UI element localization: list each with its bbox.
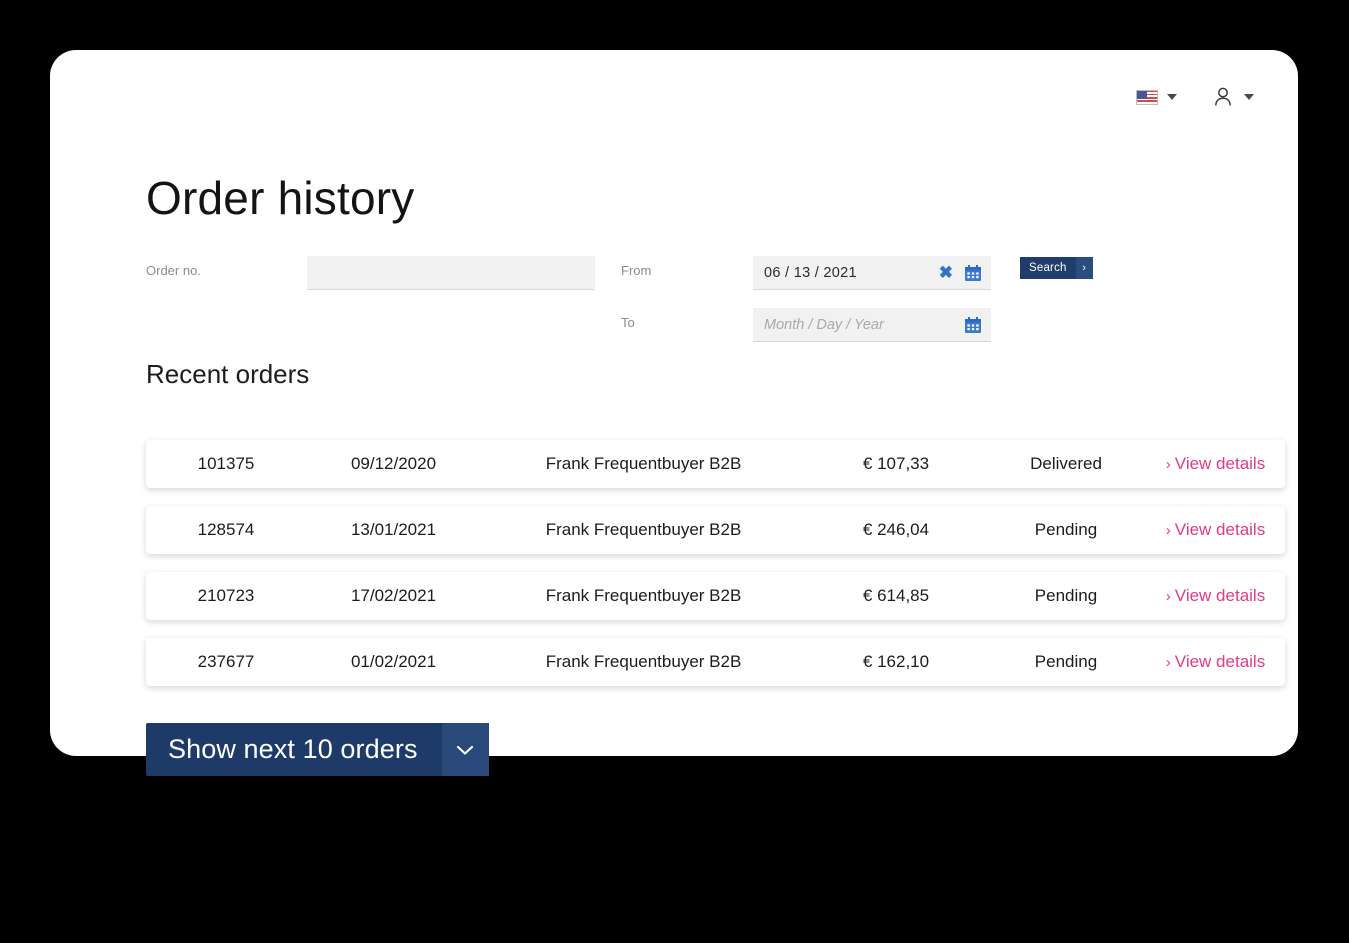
- from-label: From: [621, 263, 652, 278]
- view-details-cell: › View details: [1146, 652, 1285, 672]
- order-no-input[interactable]: [307, 256, 595, 290]
- to-label: To: [621, 315, 635, 330]
- orders-list: 101375 09/12/2020 Frank Frequentbuyer B2…: [146, 440, 1285, 704]
- show-next-orders-dropdown[interactable]: [441, 723, 489, 776]
- view-details-label: View details: [1174, 454, 1266, 473]
- status-badge: Pending: [1034, 586, 1098, 605]
- top-controls: [1136, 85, 1254, 109]
- chevron-right-icon: ›: [1075, 257, 1093, 279]
- amount-cell: € 614,85: [862, 586, 930, 605]
- search-button[interactable]: Search ›: [1020, 257, 1093, 279]
- chevron-right-icon: ›: [1165, 522, 1171, 539]
- customer-cell: Frank Frequentbuyer B2B: [545, 520, 742, 539]
- account-menu[interactable]: [1211, 85, 1254, 109]
- calendar-icon[interactable]: [964, 316, 982, 334]
- chevron-right-icon: ›: [1165, 654, 1171, 671]
- order-date-cell: 09/12/2020: [350, 454, 437, 473]
- view-details-label: View details: [1174, 586, 1266, 605]
- close-icon[interactable]: ✖: [939, 264, 953, 281]
- table-row[interactable]: 128574 13/01/2021 Frank Frequentbuyer B2…: [146, 506, 1285, 554]
- search-button-label: Search: [1029, 262, 1067, 274]
- view-details-label: View details: [1174, 520, 1266, 539]
- user-icon: [1215, 87, 1231, 106]
- view-details-cell: › View details: [1146, 520, 1285, 540]
- show-next-orders-label: Show next 10 orders: [168, 734, 418, 764]
- order-date-cell: 13/01/2021: [350, 520, 437, 539]
- order-no-label: Order no.: [146, 263, 201, 278]
- order-date-cell: 17/02/2021: [350, 586, 437, 605]
- amount-cell: € 246,04: [862, 520, 930, 539]
- to-date-placeholder: Month / Day / Year: [764, 316, 884, 333]
- chevron-down-icon: [456, 745, 474, 755]
- customer-cell: Frank Frequentbuyer B2B: [545, 652, 742, 671]
- from-date-value: 06 / 13 / 2021: [764, 264, 857, 281]
- order-number-cell: 128574: [197, 520, 255, 539]
- chevron-down-icon: [1244, 94, 1254, 100]
- table-row[interactable]: 101375 09/12/2020 Frank Frequentbuyer B2…: [146, 440, 1285, 488]
- view-details-cell: › View details: [1146, 454, 1285, 474]
- view-details-link[interactable]: › View details: [1166, 520, 1265, 539]
- customer-cell: Frank Frequentbuyer B2B: [545, 586, 742, 605]
- status-badge: Pending: [1034, 520, 1098, 539]
- page-title: Order history: [146, 172, 415, 224]
- to-date-field[interactable]: Month / Day / Year: [753, 308, 991, 342]
- show-next-orders-button[interactable]: Show next 10 orders: [146, 723, 489, 776]
- calendar-icon[interactable]: [964, 264, 982, 282]
- view-details-label: View details: [1174, 652, 1266, 671]
- chevron-right-icon: ›: [1165, 588, 1171, 605]
- view-details-link[interactable]: › View details: [1166, 652, 1265, 671]
- from-date-field[interactable]: 06 / 13 / 2021 ✖: [753, 256, 991, 290]
- view-details-link[interactable]: › View details: [1166, 454, 1265, 473]
- section-title: Recent orders: [146, 359, 310, 389]
- order-number-cell: 210723: [197, 586, 255, 605]
- chevron-down-icon: [1167, 94, 1177, 100]
- amount-cell: € 162,10: [862, 652, 930, 671]
- view-details-cell: › View details: [1146, 586, 1285, 606]
- us-flag-icon: [1136, 89, 1158, 105]
- customer-cell: Frank Frequentbuyer B2B: [545, 454, 742, 473]
- table-row[interactable]: 210723 17/02/2021 Frank Frequentbuyer B2…: [146, 572, 1285, 620]
- order-number-cell: 237677: [197, 652, 255, 671]
- app-card: Order history Order no. From 06 / 13 / 2…: [50, 50, 1298, 776]
- table-row[interactable]: 237677 01/02/2021 Frank Frequentbuyer B2…: [146, 638, 1285, 686]
- status-badge: Delivered: [1030, 454, 1102, 473]
- view-details-link[interactable]: › View details: [1166, 586, 1265, 605]
- status-badge: Pending: [1034, 652, 1098, 671]
- order-number-cell: 101375: [197, 454, 255, 473]
- chevron-right-icon: ›: [1165, 456, 1171, 473]
- amount-cell: € 107,33: [862, 454, 930, 473]
- order-date-cell: 01/02/2021: [350, 652, 437, 671]
- page-background: Order history Order no. From 06 / 13 / 2…: [0, 0, 1349, 943]
- language-selector[interactable]: [1136, 89, 1177, 105]
